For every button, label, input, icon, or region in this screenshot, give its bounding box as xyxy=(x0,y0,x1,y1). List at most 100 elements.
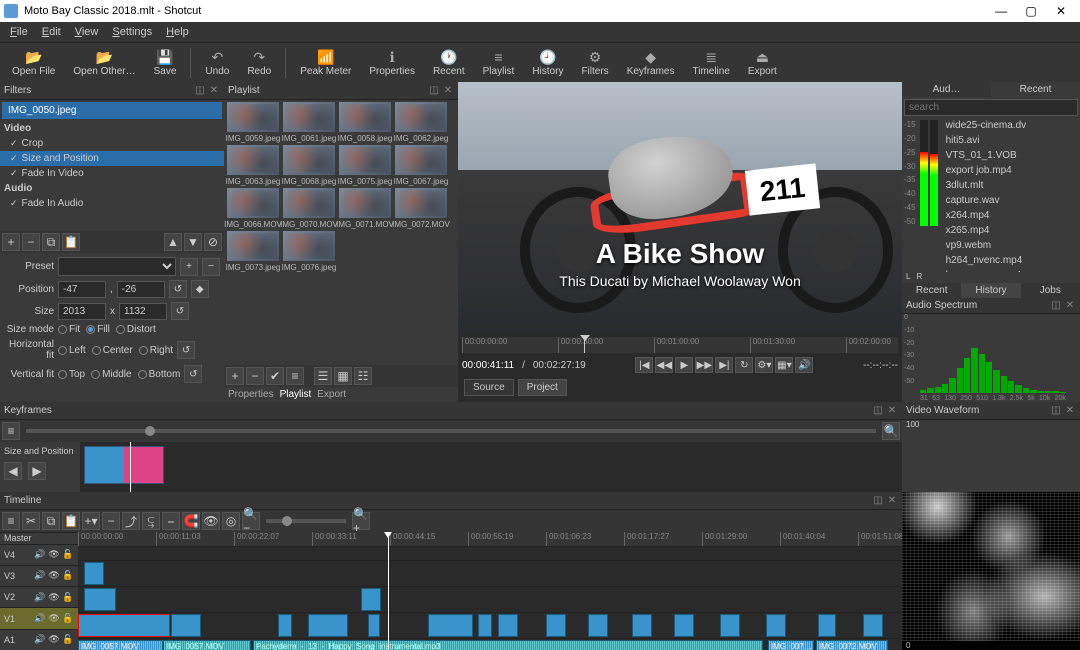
close-panel-icon[interactable]: ✕ xyxy=(886,405,898,417)
lock-icon[interactable]: 🔓 xyxy=(62,591,74,603)
recent-item[interactable]: hiti5.avi xyxy=(940,133,1080,148)
filter-crop[interactable]: ✓Crop xyxy=(0,136,224,151)
mute-icon[interactable]: 🔊 xyxy=(34,613,46,625)
hide-icon[interactable]: 👁 xyxy=(48,570,60,582)
playlist-tab-playlist[interactable]: Playlist xyxy=(280,389,312,400)
kf-next-button[interactable]: ▶ xyxy=(28,462,46,480)
toolbar-filters[interactable]: ⚙Filters xyxy=(573,46,616,79)
track-head-v1[interactable]: V1🔊👁🔓 xyxy=(0,607,78,628)
close-button[interactable]: ✕ xyxy=(1046,4,1076,18)
position-x-input[interactable] xyxy=(58,281,106,298)
menu-edit[interactable]: Edit xyxy=(36,26,67,38)
track-head-v2[interactable]: V2🔊👁🔓 xyxy=(0,586,78,607)
clip[interactable] xyxy=(308,614,348,637)
close-panel-icon[interactable]: ✕ xyxy=(1064,299,1076,311)
clip[interactable] xyxy=(78,614,170,637)
position-y-input[interactable] xyxy=(117,281,165,298)
toolbar-properties[interactable]: ℹProperties xyxy=(361,46,423,79)
clip[interactable] xyxy=(84,562,104,585)
clip[interactable]: Pachyderm_-_13_-_Happy_Song_instrumental… xyxy=(253,640,763,650)
filter-size-and-position[interactable]: ✓Size and Position xyxy=(0,151,224,166)
remove-filter-button[interactable]: − xyxy=(22,233,40,251)
tl-lift-button[interactable]: ⤴ xyxy=(122,512,140,530)
right-tab-recent[interactable]: Recent xyxy=(991,82,1080,97)
menu-file[interactable]: File xyxy=(4,26,34,38)
play-button[interactable]: ▶ xyxy=(675,357,693,373)
filter-fade-in-video[interactable]: ✓Fade In Video xyxy=(0,166,224,181)
lock-icon[interactable]: 🔓 xyxy=(62,549,74,561)
preview-video[interactable]: 211 A Bike Show This Ducati by Michael W… xyxy=(458,82,902,333)
tl-ripple-button[interactable]: ◎ xyxy=(222,512,240,530)
kf-zoom-in-button[interactable]: 🔍 xyxy=(882,422,900,440)
playlist-remove-button[interactable]: − xyxy=(246,367,264,385)
toolbar-export[interactable]: ⏏Export xyxy=(740,46,785,79)
clip[interactable] xyxy=(720,614,740,637)
toolbar-undo[interactable]: ↶Undo xyxy=(197,46,237,79)
clip[interactable] xyxy=(818,614,836,637)
playlist-item[interactable]: IMG_0075.jpeg xyxy=(338,145,392,186)
current-timecode[interactable]: 00:00:41:11 xyxy=(462,360,514,371)
playlist-item[interactable]: IMG_0068.jpeg xyxy=(282,145,336,186)
recent-item[interactable]: VTS_01_1.VOB xyxy=(940,148,1080,163)
track-v4[interactable] xyxy=(78,560,902,586)
mute-button[interactable]: 🔊 xyxy=(795,357,813,373)
playlist-item[interactable]: IMG_0076.jpeg xyxy=(282,231,336,272)
playlist-item[interactable]: IMG_0062.jpeg xyxy=(394,102,448,143)
grid-button[interactable]: ▦▾ xyxy=(775,357,793,373)
skip-prev-button[interactable]: |◀ xyxy=(635,357,653,373)
lock-icon[interactable]: 🔓 xyxy=(62,613,74,625)
mute-icon[interactable]: 🔊 xyxy=(34,570,46,582)
mute-icon[interactable]: 🔊 xyxy=(34,549,46,561)
clip[interactable] xyxy=(588,614,608,637)
toolbar-playlist[interactable]: ≡Playlist xyxy=(475,46,523,79)
ffwd-button[interactable]: ▶▶ xyxy=(695,357,713,373)
track-head-a1[interactable]: A1🔊👁🔓 xyxy=(0,629,78,650)
rewind-button[interactable]: ◀◀ xyxy=(655,357,673,373)
playlist-item[interactable]: IMG_0067.jpeg xyxy=(394,145,448,186)
timeline-ruler[interactable]: 00:00:00:0000:00:11:0300:00:22:0700:00:3… xyxy=(78,532,902,546)
tl-remove-button[interactable]: − xyxy=(102,512,120,530)
radio-fill[interactable]: Fill xyxy=(86,324,110,335)
track-v1[interactable]: IMG_0057.MOVIMG_0057.MOVPachyderm_-_13_-… xyxy=(78,638,902,650)
toolbar-open-other-[interactable]: 📂Open Other… xyxy=(65,46,143,79)
tl-zoom-slider[interactable] xyxy=(266,519,346,523)
close-panel-icon[interactable]: ✕ xyxy=(442,85,454,97)
recent-item[interactable]: 3dlut.mlt xyxy=(940,178,1080,193)
preset-add-button[interactable]: + xyxy=(180,258,198,276)
deselect-filter-button[interactable]: ⊘ xyxy=(204,233,222,251)
playlist-item[interactable]: IMG_0071.MOV xyxy=(338,188,392,229)
recent-item[interactable]: h264_nvenc.mp4 xyxy=(940,253,1080,268)
position-keyframe-button[interactable]: ◆ xyxy=(191,280,209,298)
clip[interactable] xyxy=(546,614,566,637)
dock-icon[interactable]: ◫ xyxy=(1050,299,1062,311)
toolbar-timeline[interactable]: ≣Timeline xyxy=(684,46,737,79)
mute-icon[interactable]: 🔊 xyxy=(34,591,46,603)
playlist-item[interactable]: IMG_0070.MOV xyxy=(282,188,336,229)
radio-fit[interactable]: Fit xyxy=(58,324,80,335)
toolbar-recent[interactable]: 🕐Recent xyxy=(425,46,473,79)
playlist-add-button[interactable]: + xyxy=(226,367,244,385)
track-v2[interactable] xyxy=(78,612,902,638)
tl-snap-button[interactable]: 🧲 xyxy=(182,512,200,530)
radio-right[interactable]: Right xyxy=(139,345,173,356)
tl-menu-button[interactable]: ≡ xyxy=(2,512,20,530)
size-h-input[interactable] xyxy=(119,303,167,320)
filter-fade-in-audio[interactable]: ✓Fade In Audio xyxy=(0,196,224,211)
toolbar-peak-meter[interactable]: 📶Peak Meter xyxy=(292,46,359,79)
hide-icon[interactable]: 👁 xyxy=(48,613,60,625)
recent-item[interactable]: export job.mp4 xyxy=(940,163,1080,178)
track-head-master[interactable]: Master xyxy=(0,532,78,544)
lock-icon[interactable]: 🔓 xyxy=(62,570,74,582)
radio-left[interactable]: Left xyxy=(58,345,86,356)
kf-menu-button[interactable]: ≡ xyxy=(2,422,20,440)
close-panel-icon[interactable]: ✕ xyxy=(1064,405,1076,417)
radio-distort[interactable]: Distort xyxy=(116,324,156,335)
loop-button[interactable]: ↻ xyxy=(735,357,753,373)
add-filter-button[interactable]: + xyxy=(2,233,20,251)
hide-icon[interactable]: 👁 xyxy=(48,591,60,603)
recent-item[interactable]: capture.wav xyxy=(940,193,1080,208)
clip[interactable] xyxy=(428,614,473,637)
tl-paste-button[interactable]: 📋 xyxy=(62,512,80,530)
playlist-update-button[interactable]: ✔ xyxy=(266,367,284,385)
clip[interactable] xyxy=(171,614,201,637)
